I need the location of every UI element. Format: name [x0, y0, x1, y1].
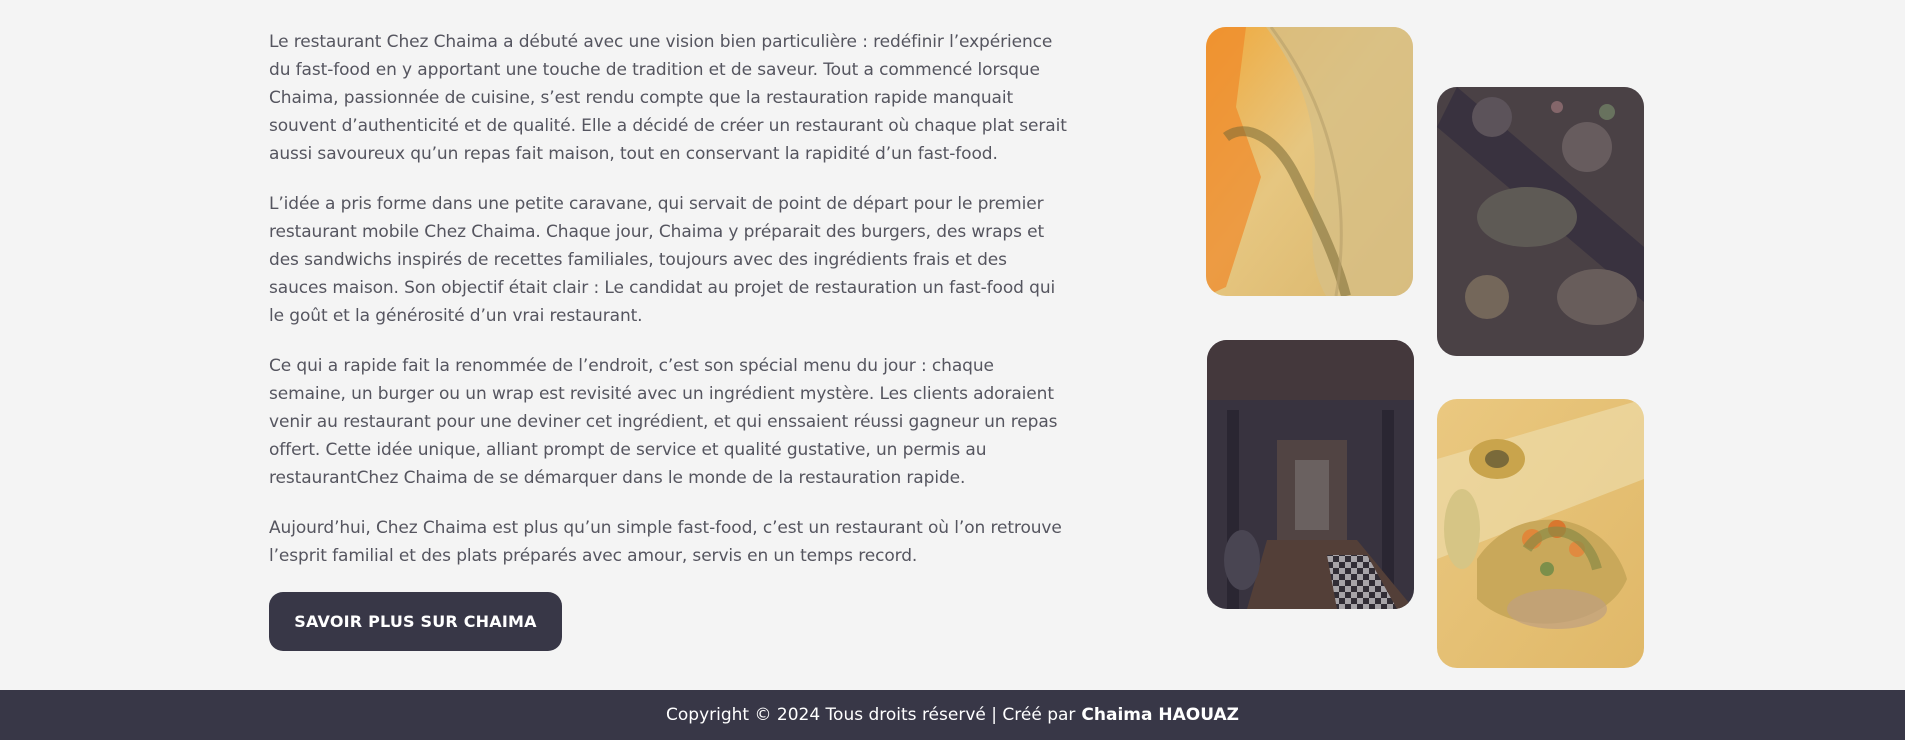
about-paragraph-3: Ce qui a rapide fait la renommée de l’en…: [269, 356, 1058, 488]
author-name: Chaima HAOUAZ: [1081, 705, 1239, 725]
restaurant-interior-photo: [1207, 340, 1414, 609]
food-platter-table-photo: [1437, 87, 1644, 356]
about-paragraph-2: L’idée a pris forme dans une petite cara…: [269, 194, 1056, 326]
about-section: Le restaurant Chez Chaima a débuté avec …: [269, 28, 1069, 651]
about-paragraph-4: Aujourd’hui, Chez Chaima est plus qu’un …: [269, 518, 1062, 566]
site-footer: Copyright © 2024 Tous droits réservé | C…: [0, 690, 1905, 740]
copyright-text: Copyright © 2024 Tous droits réservé | C…: [666, 705, 1076, 725]
salad-plate-photo: [1437, 399, 1644, 668]
grilled-meat-flames-photo: [1206, 27, 1413, 296]
about-page: Le restaurant Chez Chaima a débuté avec …: [0, 0, 1905, 740]
about-paragraph-1: Le restaurant Chez Chaima a débuté avec …: [269, 32, 1067, 164]
learn-more-button[interactable]: SAVOIR PLUS SUR CHAIMA: [269, 592, 562, 651]
